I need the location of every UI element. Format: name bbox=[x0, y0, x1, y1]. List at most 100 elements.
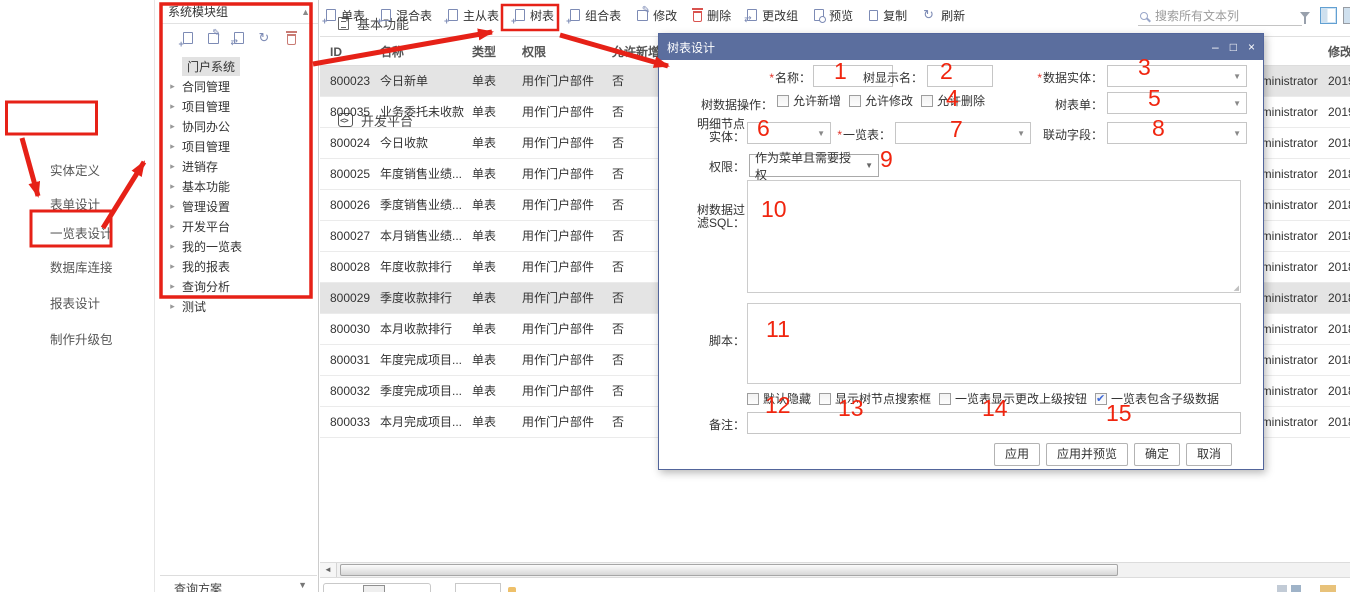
permission-select[interactable]: 作为菜单且需要授权 ▼ bbox=[749, 154, 879, 177]
toolbar-button[interactable]: 组合表 bbox=[570, 7, 621, 24]
maximize-icon[interactable]: □ bbox=[1230, 34, 1237, 60]
tree-item[interactable]: ▸ 测试 bbox=[160, 296, 317, 316]
tree-item[interactable]: ▸ 我的一览表 bbox=[160, 236, 317, 256]
sidebar-item[interactable]: 数据库连接 bbox=[0, 255, 154, 277]
tree-item[interactable]: ▸ 开发平台 bbox=[160, 216, 317, 236]
tree-toolbar-icon[interactable] bbox=[259, 32, 272, 45]
checkbox[interactable]: ✔ bbox=[939, 393, 951, 405]
toolbar-button[interactable]: 修改 bbox=[637, 7, 677, 24]
checkbox[interactable]: ✔ bbox=[921, 95, 933, 107]
checkbox[interactable]: ✔ bbox=[849, 95, 861, 107]
tree-form-select[interactable]: ▼ bbox=[1107, 92, 1247, 114]
tree-item[interactable]: ▸ 管理设置 bbox=[160, 196, 317, 216]
checkbox-option[interactable]: ✔ 显示树节点搜索框 bbox=[819, 390, 931, 407]
tree-item[interactable]: ▸ 基本功能 bbox=[160, 176, 317, 196]
detail-node-entity-select[interactable]: ▼ bbox=[747, 122, 831, 144]
linkage-field-select[interactable]: ▼ bbox=[1107, 122, 1247, 144]
dialog-button[interactable]: 应用并预览 bbox=[1046, 443, 1128, 466]
dialog-button[interactable]: 确定 bbox=[1134, 443, 1180, 466]
expand-arrow-icon[interactable]: ▸ bbox=[168, 161, 177, 172]
tree-toolbar-icon[interactable] bbox=[208, 33, 219, 44]
column-header[interactable]: 权限 bbox=[522, 38, 612, 66]
sidebar-item[interactable]: 一览表设计 bbox=[0, 221, 154, 243]
tree-item[interactable]: ▸ 门户系统 bbox=[160, 56, 317, 76]
toolbar-button[interactable]: 删除 bbox=[693, 7, 731, 24]
toolbar-button[interactable]: 主从表 bbox=[448, 7, 499, 24]
toolbar-button[interactable]: 复制 bbox=[869, 7, 907, 24]
checkbox-option[interactable]: ✔ 允许删除 bbox=[921, 92, 985, 109]
collapse-up-icon[interactable]: ▲ bbox=[301, 0, 310, 24]
data-entity-select[interactable]: ▼ bbox=[1107, 65, 1247, 87]
checkbox[interactable]: ✔ bbox=[1095, 393, 1107, 405]
tree-item[interactable]: ▸ 项目管理 bbox=[160, 96, 317, 116]
expand-arrow-icon[interactable]: ▸ bbox=[168, 141, 177, 152]
expand-arrow-icon[interactable]: ▸ bbox=[168, 121, 177, 132]
scrollbar-thumb[interactable] bbox=[340, 564, 1118, 576]
tree-toolbar-icon[interactable] bbox=[287, 34, 296, 45]
toolbar-button[interactable]: 混合表 bbox=[381, 7, 432, 24]
tree-item[interactable]: ▸ 项目管理 bbox=[160, 136, 317, 156]
script-textarea[interactable] bbox=[747, 303, 1241, 384]
expand-arrow-icon[interactable]: ▸ bbox=[168, 241, 177, 252]
toolbar-button[interactable]: 单表 bbox=[326, 7, 365, 24]
filter-icon[interactable] bbox=[1300, 12, 1310, 18]
checkbox[interactable]: ✔ bbox=[819, 393, 831, 405]
pager-page-box[interactable] bbox=[363, 585, 385, 592]
toolbar-button[interactable]: 更改组 bbox=[747, 7, 798, 24]
note-field[interactable] bbox=[747, 412, 1241, 434]
tree-toolbar-icon[interactable] bbox=[183, 32, 193, 44]
checkbox[interactable]: ✔ bbox=[747, 393, 759, 405]
horizontal-scrollbar[interactable]: ◄ bbox=[320, 562, 1350, 578]
checkbox[interactable]: ✔ bbox=[777, 95, 789, 107]
tree-item[interactable]: ▸ 合同管理 bbox=[160, 76, 317, 96]
expand-arrow-icon[interactable]: ▸ bbox=[168, 201, 177, 212]
column-header[interactable]: ID bbox=[330, 38, 380, 66]
toolbar-button[interactable]: 预览 bbox=[814, 7, 853, 24]
dialog-titlebar[interactable]: 树表设计 – □ × bbox=[659, 34, 1263, 60]
checkbox-option[interactable]: ✔ 一览表显示更改上级按钮 bbox=[939, 390, 1087, 407]
column-header-modified[interactable]: 修改 bbox=[1328, 38, 1350, 66]
dialog-button[interactable]: 取消 bbox=[1186, 443, 1232, 466]
tree-filter-sql-textarea[interactable] bbox=[747, 180, 1241, 293]
toolbar-button[interactable]: 树表 bbox=[515, 7, 554, 24]
tree-item[interactable]: ▸ 进销存 bbox=[160, 156, 317, 176]
scroll-left-arrow[interactable]: ◄ bbox=[320, 563, 337, 577]
tree-toolbar-icon[interactable] bbox=[234, 32, 244, 44]
checkbox-option[interactable]: ✔ 默认隐藏 bbox=[747, 390, 811, 407]
column-header[interactable]: 名称 bbox=[380, 38, 472, 66]
checkbox-option[interactable]: ✔ 一览表包含子级数据 bbox=[1095, 390, 1219, 407]
search-input[interactable] bbox=[1155, 9, 1285, 23]
column-layout-icon-2[interactable] bbox=[1343, 7, 1350, 24]
chevron-down-icon[interactable]: ▼ bbox=[298, 580, 307, 590]
query-plan-bar[interactable]: 查询方案 ▼ bbox=[160, 575, 317, 592]
tree-item[interactable]: ▸ 查询分析 bbox=[160, 276, 317, 296]
tree-item[interactable]: ▸ 我的报表 bbox=[160, 256, 317, 276]
expand-arrow-icon[interactable]: ▸ bbox=[168, 221, 177, 232]
dialog-button[interactable]: 应用 bbox=[994, 443, 1040, 466]
toolbar-button[interactable]: 刷新 bbox=[923, 7, 965, 24]
sidebar-item[interactable]: 实体定义 bbox=[0, 158, 154, 180]
cell-name: 季度收款排行 bbox=[380, 283, 472, 314]
expand-arrow-icon[interactable]: ▸ bbox=[168, 261, 177, 272]
cell-name: 本月收款排行 bbox=[380, 314, 472, 345]
tree-item[interactable]: ▸ 协同办公 bbox=[160, 116, 317, 136]
expand-arrow-icon[interactable]: ▸ bbox=[168, 181, 177, 192]
tree-group-header[interactable]: 系统模块组 ▲ bbox=[160, 0, 318, 24]
sidebar-item[interactable]: 报表设计 bbox=[0, 291, 154, 313]
list-table-select[interactable]: ▼ bbox=[895, 122, 1031, 144]
expand-arrow-icon[interactable]: ▸ bbox=[168, 281, 177, 292]
checkbox-option[interactable]: ✔ 允许新增 bbox=[777, 92, 841, 109]
sidebar-item[interactable]: 制作升级包 bbox=[0, 327, 154, 349]
checkbox-option[interactable]: ✔ 允许修改 bbox=[849, 92, 913, 109]
tree-display-name-field[interactable] bbox=[927, 65, 993, 87]
expand-arrow-icon[interactable]: ▸ bbox=[168, 81, 177, 92]
expand-arrow-icon[interactable]: ▸ bbox=[168, 301, 177, 312]
sidebar: 基本功能 管理设置 开发平台 实体定义 bbox=[0, 0, 155, 592]
minimize-icon[interactable]: – bbox=[1212, 34, 1219, 60]
expand-arrow-icon[interactable]: ▸ bbox=[168, 101, 177, 112]
sidebar-item[interactable]: 表单设计 bbox=[0, 192, 154, 214]
close-icon[interactable]: × bbox=[1248, 34, 1255, 60]
column-header[interactable]: 类型 bbox=[472, 38, 522, 66]
pager-size-box[interactable] bbox=[455, 583, 501, 592]
column-layout-icon[interactable] bbox=[1320, 7, 1337, 24]
